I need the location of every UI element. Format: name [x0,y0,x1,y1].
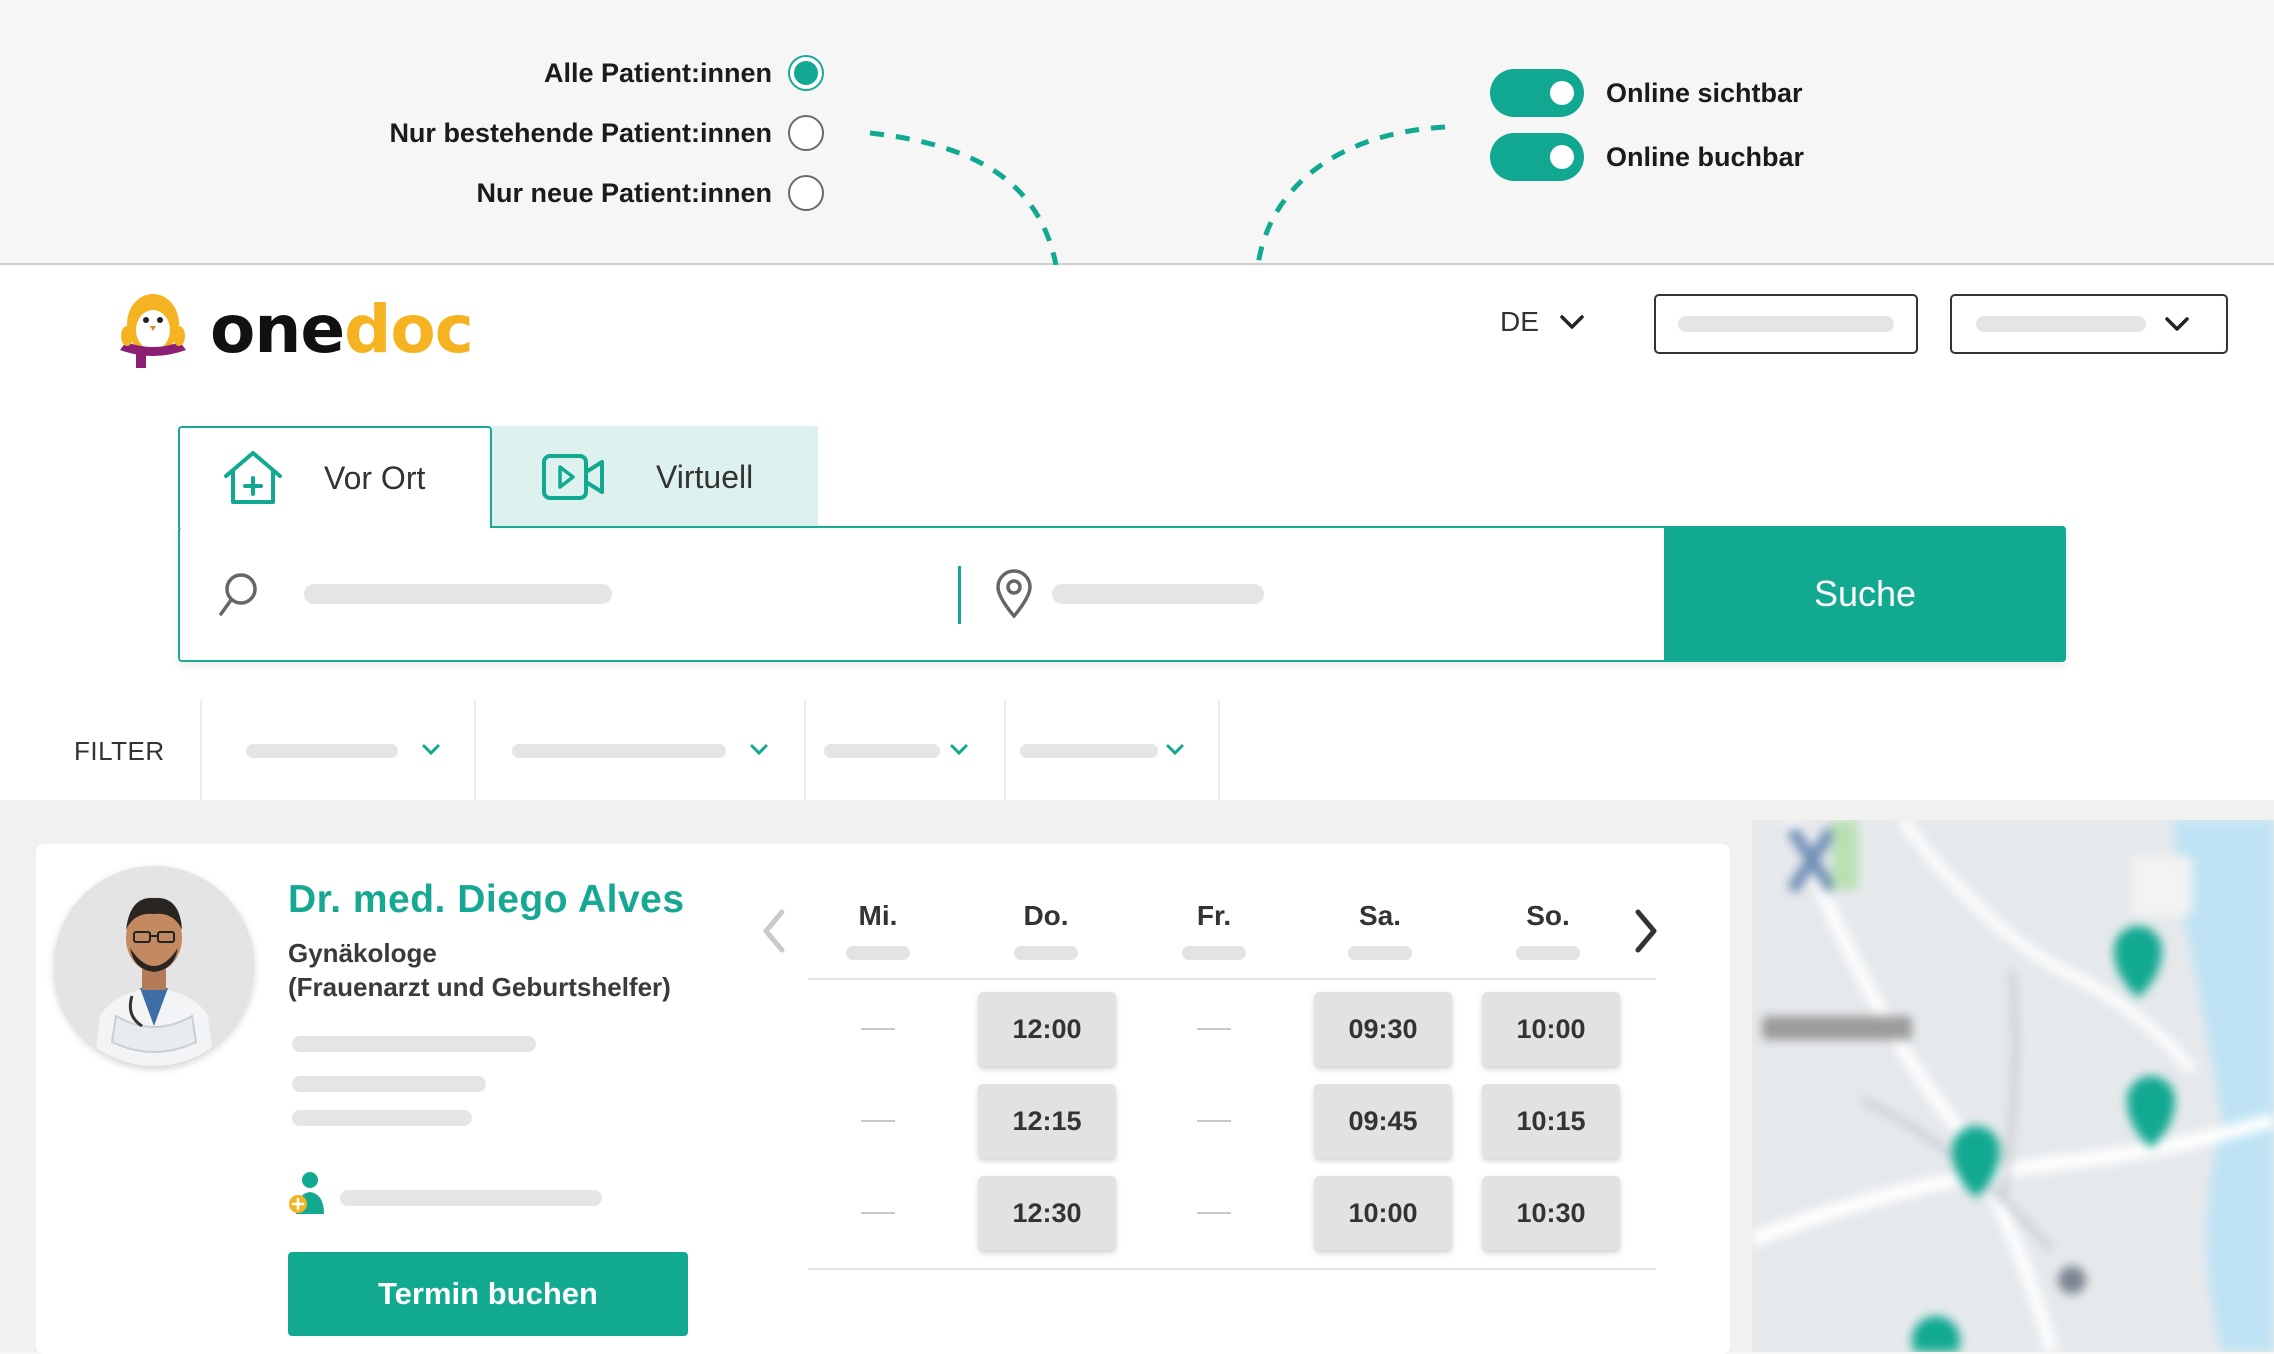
search-button[interactable]: Suche [1664,526,2066,662]
patient-option-label: Alle Patient:innen [543,57,772,88]
schedule-divider [808,1268,1656,1270]
patient-option-existing[interactable]: Nur bestehende Patient:innen [389,113,824,153]
radio-unselected[interactable] [788,115,824,151]
chevron-down-icon [2165,317,2189,331]
search-divider [958,566,961,624]
time-slot[interactable]: 12:15 [978,1084,1116,1158]
no-slot-dash [1197,1120,1231,1122]
tab-label: Virtuell [656,458,754,495]
time-slot[interactable]: 12:30 [978,1176,1116,1250]
no-slot-dash [861,1120,895,1122]
time-slot[interactable]: 10:00 [1482,992,1620,1066]
time-slot[interactable]: 10:30 [1482,1176,1620,1250]
filter-dropdown-4[interactable] [1006,700,1218,800]
date-placeholder [1014,946,1078,960]
filter-dropdown-2[interactable] [476,700,804,800]
toggle-switch[interactable] [1490,69,1584,117]
map-graphic [1752,820,2274,1352]
day-header-sa: Sa. [1358,900,1402,931]
placeholder-line [292,1036,536,1052]
time-slot[interactable]: 09:45 [1314,1084,1452,1158]
tab-virtuell[interactable]: Virtuell [492,426,818,528]
results-area: Dr. med. Diego Alves Gynäkologe (Frauena… [0,800,2274,1354]
chevron-down-icon [750,744,768,756]
time-slot[interactable]: 12:00 [978,992,1116,1066]
book-appointment-button[interactable]: Termin buchen [288,1252,688,1336]
chevron-left-icon[interactable] [758,906,790,956]
chevron-down-icon [1560,315,1584,329]
day-header-mi: Mi. [858,900,898,931]
toggle-online-visible[interactable]: Online sichtbar [1490,68,1803,118]
specialty-line: Gynäkologe [288,938,437,968]
search-panel: onedoc DE Vor Ort Virtuell Suche FILTER [0,266,2274,800]
no-slot-dash [861,1212,895,1214]
chevron-down-icon [422,744,440,756]
placeholder-line [292,1110,472,1126]
schedule-divider [808,978,1656,980]
filter-dropdown-3[interactable] [806,700,1004,800]
map-view[interactable] [1752,820,2274,1352]
header-field-1[interactable] [1654,294,1918,354]
language-label: DE [1500,306,1539,337]
language-selector[interactable]: DE [1500,306,1587,338]
new-patient-icon [289,1172,324,1214]
patient-option-label: Nur neue Patient:innen [476,177,772,208]
no-slot-dash [1197,1212,1231,1214]
filter-label: FILTER [74,736,165,766]
toggle-switch[interactable] [1490,133,1584,181]
time-slot[interactable]: 09:30 [1314,992,1452,1066]
toggle-label: Online sichtbar [1606,77,1803,108]
patient-option-new[interactable]: Nur neue Patient:innen [476,173,824,213]
no-slot-dash [1197,1028,1231,1030]
date-placeholder [1182,946,1246,960]
patient-option-label: Nur bestehende Patient:innen [389,117,772,148]
day-header-fr: Fr. [1196,900,1232,931]
search-bar: Suche [178,526,2066,662]
header-dropdown[interactable] [1950,294,2228,354]
patient-option-all[interactable]: Alle Patient:innen [544,53,824,93]
onedoc-logo[interactable]: onedoc [110,284,474,374]
radio-unselected[interactable] [788,175,824,211]
date-placeholder [1348,946,1412,960]
chevron-down-icon [1166,744,1184,756]
house-plus-icon [224,451,282,504]
penguin-mascot-icon [120,294,186,368]
doctor-name[interactable]: Dr. med. Diego Alves [288,878,685,922]
time-slot[interactable]: 10:00 [1314,1176,1452,1250]
search-input[interactable] [180,528,960,660]
date-placeholder [846,946,910,960]
specialty-line: (Frauenarzt und Geburtshelfer) [288,972,671,1002]
tab-vor-ort[interactable]: Vor Ort [178,426,492,528]
no-slot-dash [861,1028,895,1030]
time-slot[interactable]: 10:15 [1482,1084,1620,1158]
filter-dropdown-1[interactable] [202,700,474,800]
connector-lines [869,124,1446,265]
placeholder-line [292,1076,486,1092]
doctor-photo [54,866,254,1066]
placeholder-line [340,1190,602,1206]
location-input[interactable] [962,528,1666,660]
doctor-avatar[interactable] [54,866,254,1066]
day-header-so: So. [1526,900,1570,931]
chevron-down-icon [950,744,968,756]
chevron-right-icon[interactable] [1630,906,1662,956]
toggle-online-bookable[interactable]: Online buchbar [1490,132,1804,182]
radio-selected[interactable] [788,55,824,91]
tab-label: Vor Ort [324,459,426,496]
doctor-specialty: Gynäkologe (Frauenarzt und Geburtshelfer… [288,936,671,1004]
settings-bar: Alle Patient:innen Nur bestehende Patien… [0,0,2274,265]
filter-bar: FILTER [0,700,2274,800]
doctor-card: Dr. med. Diego Alves Gynäkologe (Frauena… [36,844,1730,1354]
date-placeholder [1516,946,1580,960]
video-camera-icon [542,454,604,500]
logo-text: onedoc [210,290,474,368]
toggle-label: Online buchbar [1606,141,1805,172]
day-header-do: Do. [1023,900,1069,931]
